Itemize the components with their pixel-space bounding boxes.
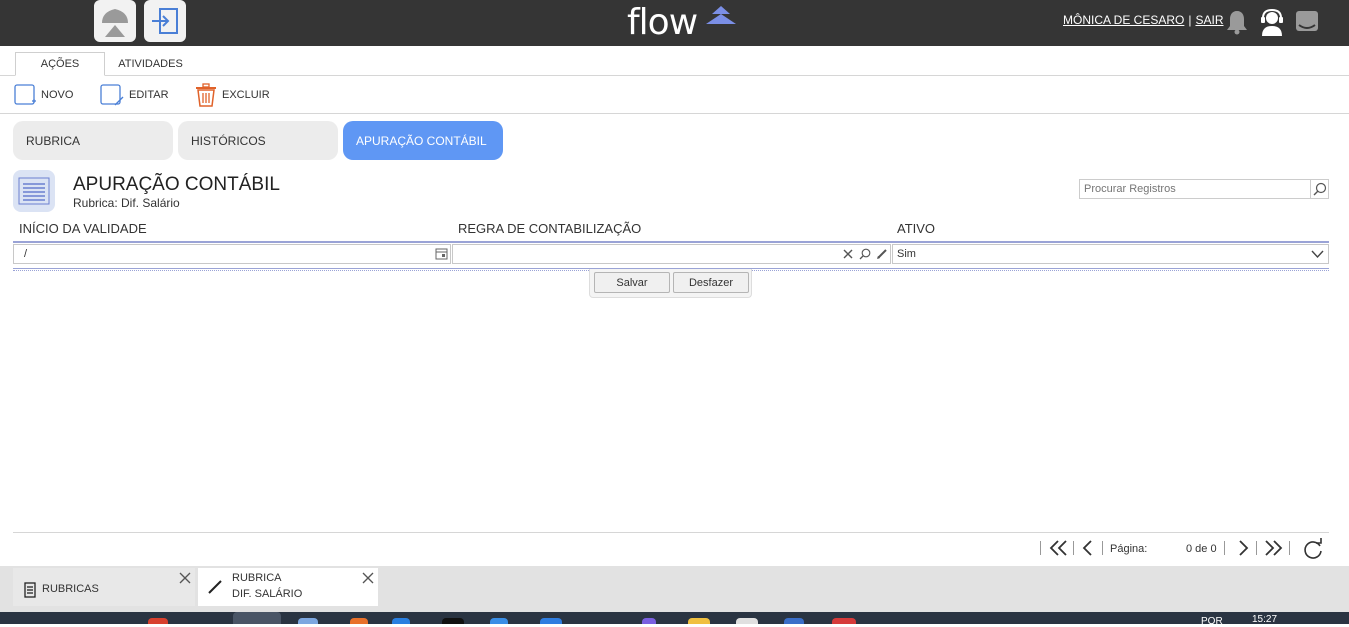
start-date-field <box>13 244 451 264</box>
rule-input[interactable] <box>453 245 838 263</box>
search-icon <box>1313 182 1326 196</box>
pager-separator <box>1040 541 1041 555</box>
logo-mark-icon <box>706 6 736 24</box>
taskbar-app-icon[interactable] <box>148 618 168 624</box>
cloud-app-button[interactable] <box>94 0 136 42</box>
close-icon[interactable] <box>362 572 374 584</box>
pencil-icon[interactable] <box>876 248 888 260</box>
logout-link[interactable]: SAIR <box>1195 13 1223 27</box>
pager-separator <box>1224 541 1225 555</box>
taskbar-app-icon[interactable] <box>540 618 562 624</box>
tab-acoes[interactable]: AÇÕES <box>15 52 105 76</box>
taskbar-clock[interactable]: 15:27 <box>1252 614 1277 625</box>
chevron-down-icon[interactable] <box>1311 249 1324 259</box>
action-toolbar: NOVO EDITAR EXCLUIR <box>0 76 1349 114</box>
footer-divider <box>13 532 1329 533</box>
new-document-icon <box>14 84 36 105</box>
close-icon[interactable] <box>179 572 191 584</box>
rule-field <box>452 244 891 264</box>
list-icon <box>24 582 36 598</box>
flow-logo: flow <box>627 2 698 43</box>
pencil-icon <box>208 580 222 594</box>
delete-button[interactable]: EXCLUIR <box>194 83 270 107</box>
column-header-start: INÍCIO DA VALIDADE <box>19 221 147 236</box>
pager-separator <box>1289 541 1290 555</box>
page-title: APURAÇÃO CONTÁBIL <box>73 174 280 195</box>
chat-icon[interactable] <box>1295 9 1319 35</box>
form-icon <box>13 170 55 212</box>
window-tab-subtitle: DIF. SALÁRIO <box>232 588 303 600</box>
next-page-icon[interactable] <box>1236 538 1250 558</box>
pager-separator <box>1256 541 1257 555</box>
login-app-button[interactable] <box>144 0 186 42</box>
window-tab-rubrica-dif[interactable]: RUBRICA DIF. SALÁRIO <box>198 568 378 606</box>
taskbar-language[interactable]: POR <box>1201 616 1223 627</box>
rule-search-icon[interactable] <box>859 248 871 260</box>
top-bar: flow MÔNICA DE CESARO | SAIR <box>0 0 1349 46</box>
last-page-icon[interactable] <box>1262 538 1284 558</box>
cloud-upload-icon <box>102 9 128 37</box>
support-agent-icon[interactable] <box>1260 9 1284 37</box>
pager-separator <box>1073 541 1074 555</box>
new-button[interactable]: NOVO <box>13 83 73 107</box>
clear-icon[interactable] <box>842 248 854 260</box>
edit-button[interactable]: EDITAR <box>99 83 169 107</box>
taskbar-app-icon[interactable] <box>784 618 804 624</box>
row-actions: Salvar Desfazer <box>589 269 752 298</box>
search-button[interactable] <box>1310 180 1328 198</box>
subtab-historicos[interactable]: HISTÓRICOS <box>178 121 338 160</box>
user-separator: | <box>1188 13 1192 27</box>
active-select[interactable] <box>892 244 1329 264</box>
window-tab-title: RUBRICA <box>232 572 282 584</box>
search-input[interactable] <box>1080 180 1312 198</box>
subtab-apuracao-contabil[interactable]: APURAÇÃO CONTÁBIL <box>343 121 503 160</box>
header-divider <box>13 241 1329 243</box>
pager-separator <box>1102 541 1103 555</box>
taskbar-app-icon[interactable] <box>642 618 656 624</box>
page-label: Página: <box>1110 543 1148 555</box>
start-date-input[interactable] <box>14 245 432 263</box>
sign-in-icon <box>152 8 178 34</box>
taskbar-app-icon[interactable] <box>688 618 710 624</box>
open-windows-bar: RUBRICAS RUBRICA DIF. SALÁRIO <box>0 566 1349 612</box>
column-header-active: ATIVO <box>897 221 936 236</box>
taskbar-app-icon[interactable] <box>392 618 410 624</box>
new-label: NOVO <box>41 89 74 101</box>
edit-document-icon <box>100 84 124 106</box>
bell-icon[interactable] <box>1226 9 1248 35</box>
taskbar-app-icon[interactable] <box>350 618 368 624</box>
column-header-rule: REGRA DE CONTABILIZAÇÃO <box>458 221 642 236</box>
first-page-icon[interactable] <box>1048 538 1070 558</box>
window-tab-rubricas-label: RUBRICAS <box>42 583 99 595</box>
window-tab-rubricas[interactable]: RUBRICAS <box>13 568 195 606</box>
tab-atividades[interactable]: ATIVIDADES <box>108 52 193 76</box>
main-tabs: AÇÕES ATIVIDADES <box>0 46 1349 76</box>
undo-button[interactable]: Desfazer <box>673 272 749 293</box>
active-select-value[interactable] <box>893 245 1303 263</box>
search-box <box>1079 179 1329 199</box>
page-count: 0 de 0 <box>1186 543 1217 555</box>
list-document-icon <box>18 177 50 205</box>
edit-label: EDITAR <box>129 89 169 101</box>
trash-icon <box>196 83 216 107</box>
previous-page-icon[interactable] <box>1081 538 1095 558</box>
user-area: MÔNICA DE CESARO | SAIR <box>1063 13 1224 27</box>
taskbar-app-icon[interactable] <box>736 618 758 624</box>
subtab-rubrica[interactable]: RUBRICA <box>13 121 173 160</box>
taskbar-app-icon[interactable] <box>442 618 464 624</box>
taskbar-app-icon[interactable] <box>832 618 856 624</box>
page-subtitle: Rubrica: Dif. Salário <box>73 196 180 210</box>
user-name-link[interactable]: MÔNICA DE CESARO <box>1063 13 1184 27</box>
calendar-icon[interactable] <box>435 248 448 260</box>
save-button[interactable]: Salvar <box>594 272 670 293</box>
taskbar-app-icon[interactable] <box>233 612 281 624</box>
delete-label: EXCLUIR <box>222 89 270 101</box>
refresh-icon[interactable] <box>1302 538 1324 560</box>
taskbar-app-icon[interactable] <box>490 618 508 624</box>
taskbar-app-icon[interactable] <box>298 618 318 624</box>
os-taskbar: POR 15:27 <box>0 612 1349 627</box>
